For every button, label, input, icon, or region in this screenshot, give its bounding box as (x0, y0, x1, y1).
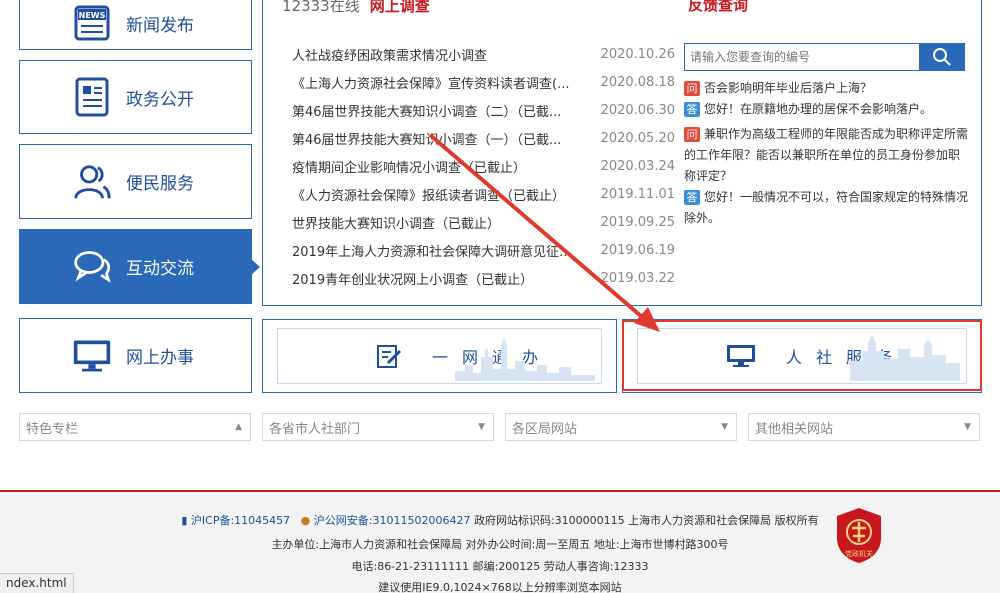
survey-title[interactable]: 《上海人力资源社会保障》宣传资料读者调查(... (292, 73, 582, 92)
caret-down-icon: ▼ (964, 422, 971, 432)
police-badge-icon: ● (300, 514, 311, 527)
list-item[interactable]: 2019青年创业状况网上小调查（已截止） 2019.03.22 (292, 264, 675, 292)
panel-tabs: 12333在线 网上调查 (282, 0, 430, 16)
answer-text: 您好！在原籍地办理的居保不会影响落户。 (704, 102, 933, 116)
list-item[interactable]: 人社战疫纾困政策需求情况小调查 2020.10.26 (292, 40, 675, 68)
survey-title[interactable]: 2019年上海人力资源和社会保障大调研意见征... (292, 241, 582, 260)
caret-up-icon: ▲ (235, 422, 242, 432)
survey-title[interactable]: 人社战疫纾困政策需求情况小调查 (292, 45, 582, 64)
question-text: 兼职作为高级工程师的年限能否成为职称评定所需的工作年限？能否以兼职所在单位的员工… (684, 127, 969, 183)
nav-item-public-service[interactable]: 便民服务 (19, 144, 252, 219)
survey-date: 2019.03.22 (600, 270, 675, 286)
document-icon (72, 76, 112, 118)
news-badge-text: NEWS (79, 11, 106, 20)
question-badge: 问 (684, 127, 700, 142)
search-button[interactable] (919, 43, 965, 71)
survey-date: 2019.09.25 (600, 214, 675, 230)
select-district-bureau-sites[interactable]: 各区局网站 ▼ (505, 413, 737, 441)
select-provincial-hr-departments-value: 各省市人社部门 (269, 421, 361, 437)
police-record-link[interactable]: 沪公网安备:31011502006427 (314, 514, 471, 527)
list-item[interactable]: 2019年上海人力资源和社会保障大调研意见征... 2019.06.19 (292, 236, 675, 264)
search-input[interactable] (684, 43, 919, 71)
caret-down-icon: ▼ (478, 422, 485, 432)
survey-title[interactable]: 《人力资源社会保障》报纸读者调查（已截止） (292, 185, 582, 204)
nav-item-news[interactable]: NEWS 新闻发布 (19, 0, 252, 50)
survey-date: 2020.03.24 (600, 158, 675, 174)
nav-label-public-service: 便民服务 (126, 174, 194, 194)
question-badge: 问 (684, 81, 700, 96)
browser-status-url: ndex.html (0, 573, 74, 593)
survey-title[interactable]: 疫情期间企业影响情况小调查（已截止） (292, 157, 582, 176)
feedback-search (684, 43, 965, 71)
icp-icon: ▮ (181, 514, 188, 527)
qa-item: 问兼职作为高级工程师的年限能否成为职称评定所需的工作年限？能否以兼职所在单位的员… (684, 124, 969, 229)
nav-label-government-affairs: 政务公开 (126, 89, 194, 110)
nav-label-online-service: 网上办事 (126, 348, 194, 368)
answer-text: 您好！一般情况不可以，符合国家规定的特殊情况除外。 (684, 190, 969, 225)
survey-title[interactable]: 2019青年创业状况网上小调查（已截止） (292, 269, 582, 288)
answer-badge: 答 (684, 190, 700, 205)
tab-12333-online[interactable]: 12333在线 (282, 0, 360, 16)
survey-title[interactable]: 世界技能大赛知识小调查（已截止） (292, 213, 582, 232)
survey-title[interactable]: 第46届世界技能大赛知识小调查（二）（已截... (292, 101, 582, 120)
seal-text: 党政机关 (845, 549, 873, 558)
answer-badge: 答 (684, 102, 700, 117)
users-icon (72, 161, 112, 203)
select-district-bureau-sites-value: 各区局网站 (512, 421, 578, 437)
page-footer: ▮ 沪ICP备:11045457 ● 沪公网安备:31011502006427 … (0, 490, 1000, 593)
survey-date: 2020.10.26 (600, 46, 675, 62)
select-other-related-sites[interactable]: 其他相关网站 ▼ (748, 413, 980, 441)
city-skyline-icon (455, 337, 595, 381)
icp-link[interactable]: 沪ICP备:11045457 (191, 514, 290, 527)
edit-document-icon (376, 343, 402, 369)
tab-online-survey[interactable]: 网上调查 (370, 0, 430, 16)
feedback-qa-list: 问否会影响明年毕业后落户上海？ 答您好！在原籍地办理的居保不会影响落户。 问兼职… (684, 78, 969, 291)
select-featured-columns[interactable]: 特色专栏 ▲ (19, 413, 251, 441)
list-item[interactable]: 《上海人力资源社会保障》宣传资料读者调查(... 2020.08.18 (292, 68, 675, 96)
list-item[interactable]: 第46届世界技能大赛知识小调查（一）（已截... 2020.05.20 (292, 124, 675, 152)
site-id-text: 政府网站标识码:3100000115 上海市人力资源和社会保障局 版权所有 (473, 514, 819, 527)
newspaper-icon: NEWS (72, 2, 112, 44)
survey-date: 2020.08.18 (600, 74, 675, 90)
survey-list: 人社战疫纾困政策需求情况小调查 2020.10.26 《上海人力资源社会保障》宣传… (292, 40, 675, 292)
survey-title[interactable]: 第46届世界技能大赛知识小调查（一）（已截... (292, 129, 582, 148)
question-text: 否会影响明年毕业后落户上海？ (704, 81, 873, 95)
survey-date: 2020.06.30 (600, 102, 675, 118)
tab-feedback-query[interactable]: 反馈查询 (688, 0, 748, 15)
answer: 答您好！在原籍地办理的居保不会影响落户。 (684, 99, 969, 120)
nav-item-interaction[interactable]: 互动交流 (19, 229, 260, 304)
list-item[interactable]: 疫情期间企业影响情况小调查（已截止） 2020.03.24 (292, 152, 675, 180)
survey-date: 2019.06.19 (600, 242, 675, 258)
banner-frame: 一网通办 (277, 328, 602, 384)
list-item[interactable]: 《人力资源社会保障》报纸读者调查（已截止） 2019.11.01 (292, 180, 675, 208)
search-icon (933, 48, 951, 66)
chat-icon (72, 246, 112, 288)
list-item[interactable]: 第46届世界技能大赛知识小调查（二）（已截... 2020.06.30 (292, 96, 675, 124)
highlight-box (622, 320, 982, 391)
monitor-icon (72, 335, 112, 377)
select-featured-columns-value: 特色专栏 (26, 421, 79, 437)
nav-item-online-service[interactable]: 网上办事 (19, 318, 252, 393)
qa-item: 问否会影响明年毕业后落户上海？ 答您好！在原籍地办理的居保不会影响落户。 (684, 78, 969, 120)
survey-date: 2020.05.20 (600, 130, 675, 146)
select-other-related-sites-value: 其他相关网站 (755, 421, 834, 437)
survey-date: 2019.11.01 (600, 186, 675, 202)
banner-one-net-service[interactable]: 一网通办 (262, 319, 617, 393)
nav-item-government-affairs[interactable]: 政务公开 (19, 60, 252, 134)
list-item[interactable]: 世界技能大赛知识小调查（已截止） 2019.09.25 (292, 208, 675, 236)
nav-label-news: 新闻发布 (126, 15, 194, 36)
select-provincial-hr-departments[interactable]: 各省市人社部门 ▼ (262, 413, 494, 441)
footer-browser-notice: 建议使用IE9.0,1024×768以上分辨率浏览本网站 (378, 581, 622, 593)
answer: 答您好！一般情况不可以，符合国家规定的特殊情况除外。 (684, 187, 969, 229)
nav-label-interaction: 互动交流 (126, 259, 194, 279)
caret-down-icon: ▼ (721, 422, 728, 432)
question[interactable]: 问兼职作为高级工程师的年限能否成为职称评定所需的工作年限？能否以兼职所在单位的员… (684, 124, 969, 187)
question[interactable]: 问否会影响明年毕业后落户上海？ (684, 78, 969, 99)
government-agency-seal[interactable]: 党政机关 (834, 506, 884, 564)
